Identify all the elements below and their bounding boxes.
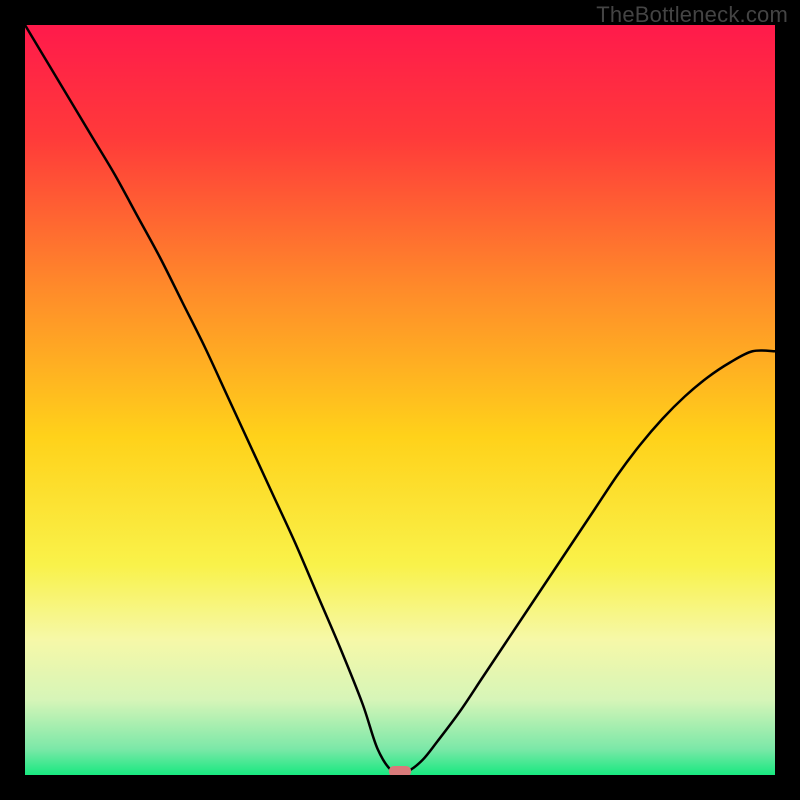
watermark-text: TheBottleneck.com (596, 2, 788, 28)
gradient-background (25, 25, 775, 775)
plot-area (25, 25, 775, 775)
chart-frame: TheBottleneck.com (0, 0, 800, 800)
optimal-marker (389, 766, 412, 775)
chart-svg (25, 25, 775, 775)
